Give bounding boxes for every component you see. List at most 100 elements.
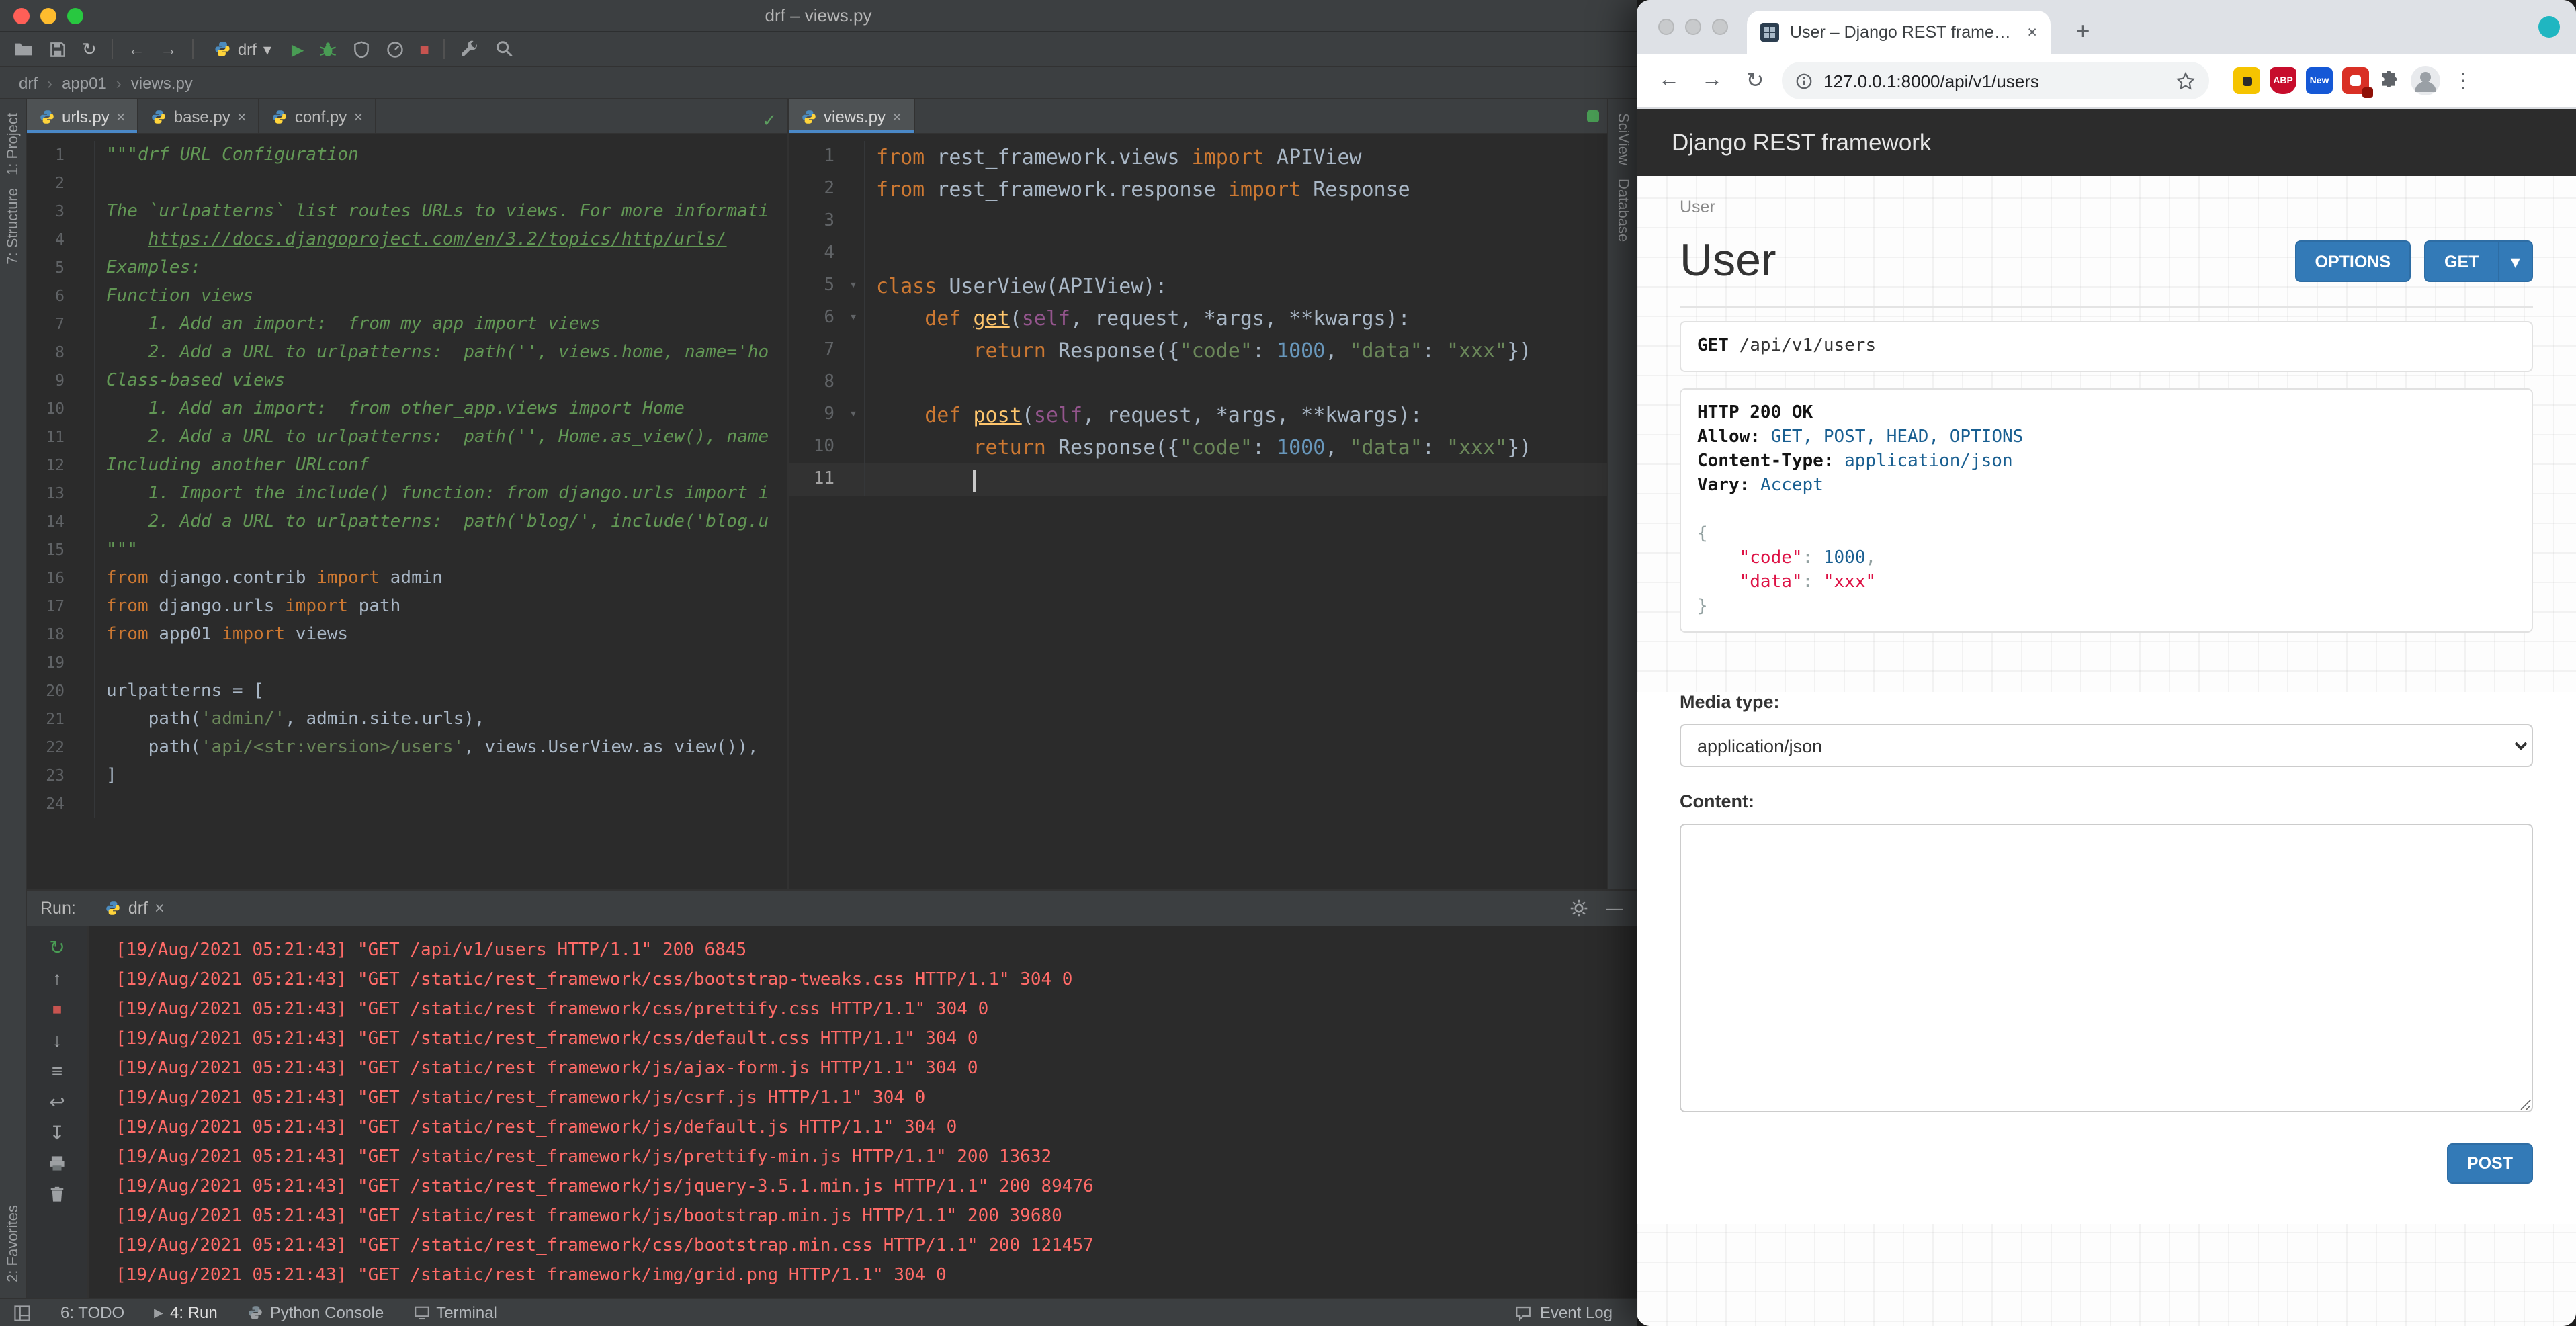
- browser-menu-icon[interactable]: ⋮: [2451, 69, 2475, 93]
- statusbar-run[interactable]: ▶ 4: Run: [154, 1303, 218, 1322]
- statusbar-python-console[interactable]: Python Console: [247, 1303, 384, 1322]
- open-folder-icon[interactable]: [13, 39, 34, 59]
- toolwindow-switcher-icon[interactable]: [13, 1304, 31, 1321]
- close-tab-icon[interactable]: ×: [353, 107, 363, 126]
- code-line[interactable]: 10 1. Add an import: from other_app.view…: [27, 395, 787, 423]
- profile-badge-icon[interactable]: [2538, 16, 2560, 38]
- coverage-button[interactable]: [352, 40, 371, 58]
- forward-icon[interactable]: →: [1696, 69, 1728, 93]
- get-dropdown-caret[interactable]: ▾: [2497, 240, 2533, 282]
- inspection-marker-icon[interactable]: [1587, 110, 1599, 122]
- sidebar-item-favorites[interactable]: 2: Favorites: [5, 1204, 21, 1282]
- sync-icon[interactable]: ↻: [82, 40, 97, 58]
- extension-icon-new[interactable]: New: [2306, 67, 2333, 94]
- code-line[interactable]: 12Including another URLconf: [27, 451, 787, 480]
- minimize-window-icon[interactable]: [1685, 19, 1701, 35]
- gear-icon[interactable]: [1569, 899, 1588, 918]
- code-line[interactable]: 21 path('admin/', admin.site.urls),: [27, 705, 787, 734]
- address-bar[interactable]: 127.0.0.1:8000/api/v1/users: [1782, 62, 2209, 99]
- statusbar-event-log[interactable]: Event Log: [1540, 1303, 1613, 1322]
- sidebar-item-sciview[interactable]: SciView: [1615, 113, 1631, 165]
- close-tab-icon[interactable]: ×: [237, 107, 247, 126]
- code-line[interactable]: 4 https://docs.djangoproject.com/en/3.2/…: [27, 226, 787, 254]
- code-line[interactable]: 23]: [27, 762, 787, 790]
- back-icon[interactable]: ←: [128, 40, 145, 58]
- run-tab-drf[interactable]: drf ×: [95, 891, 175, 926]
- code-line[interactable]: 11: [789, 463, 1607, 496]
- post-button[interactable]: POST: [2447, 1143, 2533, 1184]
- adblock-extension-icon[interactable]: ABP: [2270, 67, 2296, 94]
- code-line[interactable]: 1from rest_framework.views import APIVie…: [789, 141, 1607, 173]
- close-tab-icon[interactable]: ×: [116, 107, 126, 126]
- sidebar-item-structure[interactable]: 7: Structure: [5, 189, 21, 265]
- stop-button[interactable]: ■: [419, 41, 429, 57]
- code-line[interactable]: 18from app01 import views: [27, 621, 787, 649]
- reload-icon[interactable]: ↻: [1739, 67, 1771, 94]
- extension-icon-2[interactable]: [2342, 67, 2369, 94]
- code-line[interactable]: 8 2. Add a URL to urlpatterns: path('', …: [27, 339, 787, 367]
- media-type-select[interactable]: application/json: [1680, 724, 2533, 767]
- rerun-icon[interactable]: ↻: [49, 934, 65, 961]
- scroll-to-end-icon[interactable]: ↧: [49, 1119, 65, 1146]
- fold-icon[interactable]: ▾: [843, 302, 864, 335]
- close-tab-icon[interactable]: ×: [155, 899, 165, 918]
- breadcrumb-item[interactable]: views.py: [131, 73, 193, 92]
- code-line[interactable]: 24: [27, 790, 787, 818]
- search-icon[interactable]: [495, 39, 515, 59]
- code-line[interactable]: 22 path('api/<str:version>/users', views…: [27, 734, 787, 762]
- tab-views-py[interactable]: views.py ×: [789, 99, 915, 133]
- code-line[interactable]: 15""": [27, 536, 787, 564]
- code-line[interactable]: 10 return Response({"code": 1000, "data"…: [789, 431, 1607, 463]
- code-editor-views[interactable]: 1from rest_framework.views import APIVie…: [789, 134, 1607, 889]
- tab-base-py[interactable]: base.py ×: [139, 99, 260, 133]
- brand[interactable]: Django REST framework: [1672, 128, 1931, 157]
- sidebar-item-project[interactable]: 1: Project: [5, 113, 21, 175]
- code-line[interactable]: 16from django.contrib import admin: [27, 564, 787, 592]
- bookmark-star-icon[interactable]: [2176, 71, 2196, 91]
- code-line[interactable]: 19: [27, 649, 787, 677]
- statusbar-todo[interactable]: 6: TODO: [60, 1303, 124, 1322]
- back-icon[interactable]: ←: [1653, 69, 1685, 93]
- code-line[interactable]: 14 2. Add a URL to urlpatterns: path('bl…: [27, 508, 787, 536]
- code-line[interactable]: 7 return Response({"code": 1000, "data":…: [789, 335, 1607, 367]
- close-tab-icon[interactable]: ×: [892, 107, 902, 126]
- tab-urls-py[interactable]: urls.py ×: [27, 99, 139, 133]
- down-icon[interactable]: ↓: [52, 1026, 62, 1053]
- code-line[interactable]: 7 1. Add an import: from my_app import v…: [27, 310, 787, 339]
- code-line[interactable]: 2: [27, 169, 787, 197]
- tab-conf-py[interactable]: conf.py ×: [260, 99, 376, 133]
- get-button[interactable]: GET: [2424, 240, 2497, 282]
- run-configuration-selector[interactable]: drf ▾: [208, 37, 277, 61]
- content-textarea[interactable]: [1680, 824, 2533, 1112]
- forward-icon[interactable]: →: [160, 40, 177, 58]
- list-icon[interactable]: ≡: [52, 1057, 62, 1084]
- breadcrumb-item[interactable]: app01: [62, 73, 107, 92]
- debug-button[interactable]: [318, 40, 337, 58]
- print-icon[interactable]: [48, 1150, 66, 1177]
- code-line[interactable]: 3: [789, 206, 1607, 238]
- code-line[interactable]: 5▾class UserView(APIView):: [789, 270, 1607, 302]
- clear-trash-icon[interactable]: [48, 1181, 66, 1208]
- sidebar-item-database[interactable]: Database: [1615, 179, 1631, 242]
- code-line[interactable]: 20urlpatterns = [: [27, 677, 787, 705]
- close-tab-icon[interactable]: ×: [2027, 23, 2037, 42]
- settings-wrench-icon[interactable]: [460, 39, 480, 59]
- code-line[interactable]: 1"""drf URL Configuration: [27, 141, 787, 169]
- new-tab-button[interactable]: +: [2067, 15, 2099, 47]
- code-line[interactable]: 11 2. Add a URL to urlpatterns: path('',…: [27, 423, 787, 451]
- site-info-icon[interactable]: [1795, 72, 1813, 89]
- code-line[interactable]: 8: [789, 367, 1607, 399]
- inspection-ok-icon[interactable]: ✓: [762, 110, 777, 132]
- profiler-button[interactable]: [386, 40, 404, 58]
- breadcrumb-item[interactable]: drf: [19, 73, 38, 92]
- code-line[interactable]: 13 1. Import the include() function: fro…: [27, 480, 787, 508]
- extension-icon-1[interactable]: [2233, 67, 2260, 94]
- code-line[interactable]: 2from rest_framework.response import Res…: [789, 173, 1607, 206]
- browser-tab[interactable]: User – Django REST framework ×: [1747, 11, 2051, 54]
- fold-icon[interactable]: ▾: [843, 270, 864, 302]
- code-line[interactable]: 9Class-based views: [27, 367, 787, 395]
- profile-avatar[interactable]: [2409, 64, 2442, 97]
- code-editor-urls[interactable]: 1"""drf URL Configuration23The `urlpatte…: [27, 134, 787, 889]
- zoom-window-icon[interactable]: [1712, 19, 1728, 35]
- close-window-icon[interactable]: [1658, 19, 1674, 35]
